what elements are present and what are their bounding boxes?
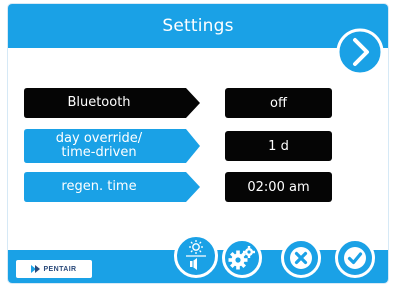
pentair-logo: PENTAIR <box>16 260 92 278</box>
regen-time-label-text: regen. time <box>61 179 137 194</box>
checkmark-icon <box>344 247 366 269</box>
pentair-logo-mark-icon <box>31 265 41 273</box>
bluetooth-setting-label[interactable]: Bluetooth <box>24 88 200 118</box>
advanced-settings-button[interactable] <box>222 238 262 278</box>
header-bar: Settings <box>8 4 388 48</box>
day-override-label-line1: day override/ <box>55 131 143 146</box>
brightness-volume-button[interactable] <box>174 234 218 278</box>
confirm-button[interactable] <box>335 238 375 278</box>
settings-screen: Settings Bluetooth off day override/ tim… <box>0 0 396 288</box>
speaker-icon <box>190 258 197 270</box>
page-title: Settings <box>162 16 234 36</box>
regen-time-value-field[interactable]: 02:00 am <box>225 172 332 202</box>
gears-icon <box>228 246 255 270</box>
next-button[interactable] <box>336 28 384 76</box>
chevron-right-icon <box>336 28 384 76</box>
sun-icon <box>189 240 203 254</box>
day-override-setting-label[interactable]: day override/ time-driven <box>24 129 200 163</box>
bluetooth-label-text: Bluetooth <box>67 95 131 110</box>
pentair-logo-text: PENTAIR <box>43 265 77 273</box>
day-override-label-line2: time-driven <box>61 145 137 160</box>
day-override-value-field[interactable]: 1 d <box>225 131 332 161</box>
close-icon <box>290 247 312 269</box>
device-frame: Settings Bluetooth off day override/ tim… <box>8 4 388 283</box>
bluetooth-value-field[interactable]: off <box>225 88 332 118</box>
cancel-button[interactable] <box>281 238 321 278</box>
regen-time-setting-label[interactable]: regen. time <box>24 172 200 202</box>
